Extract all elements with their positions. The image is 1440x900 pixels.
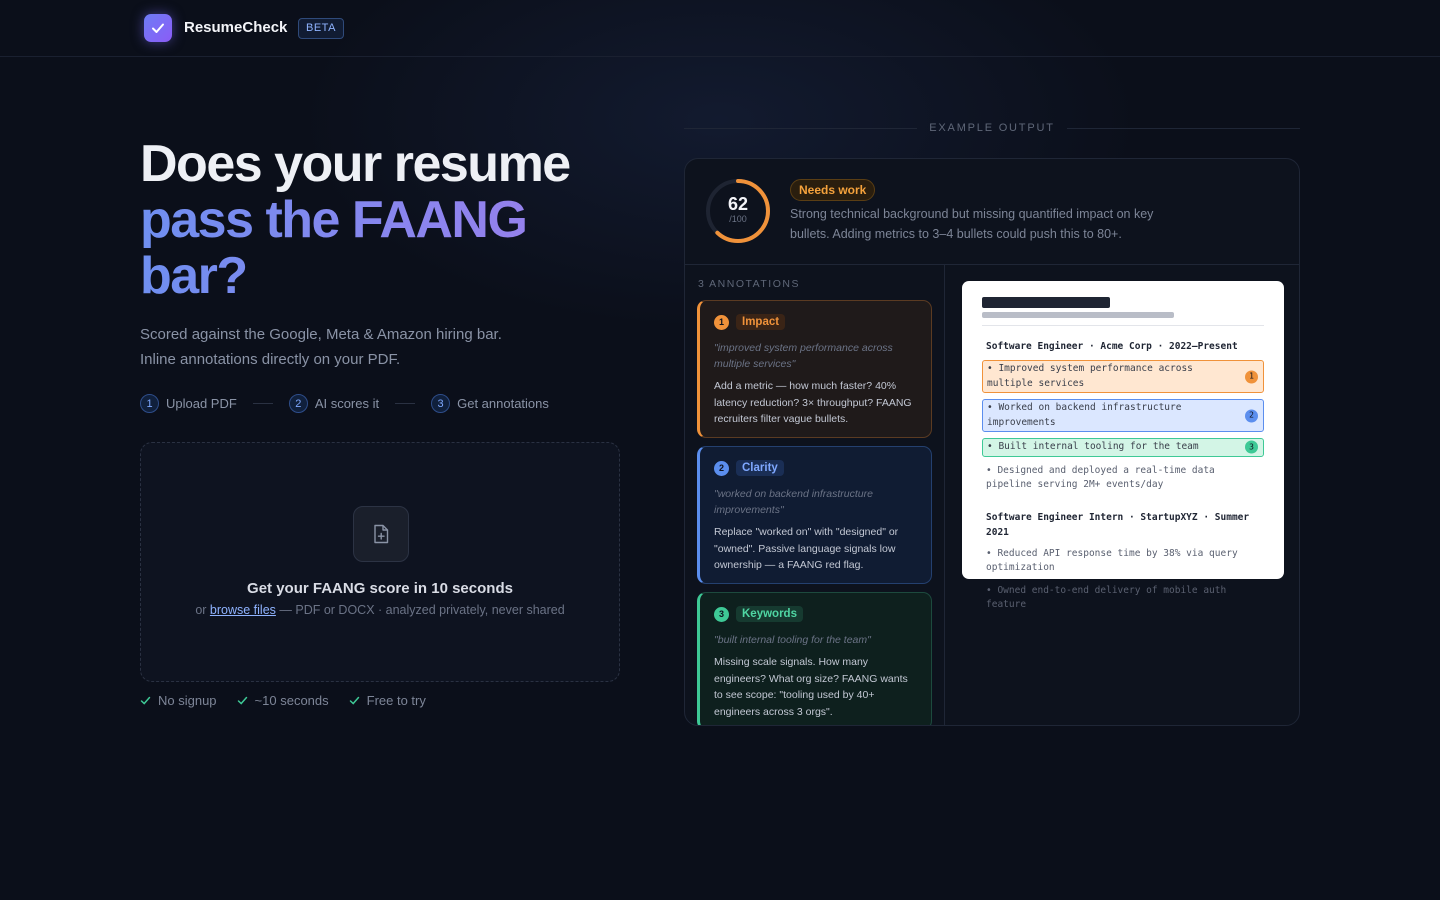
example-output-label: EXAMPLE OUTPUT <box>684 122 1301 134</box>
annotation-number: 2 <box>714 460 729 476</box>
hero-subtitle: Scored against the Google, Meta & Amazon… <box>140 322 502 372</box>
benefit-label: No signup <box>158 693 217 708</box>
annotation-header: 2 Clarity <box>714 460 919 476</box>
resume-job-heading: Software Engineer · Acme Corp · 2022–Pre… <box>986 341 1238 352</box>
annotation-body: Add a metric — how much faster? 40% late… <box>714 380 912 425</box>
resume-bullet-text: • Worked on backend infrastructure impro… <box>987 402 1182 428</box>
annotation-card-keywords[interactable]: 3 Keywords "built internal tooling for t… <box>697 592 932 725</box>
step-number: 1 <box>140 394 159 413</box>
step-score: 2 AI scores it <box>288 394 380 413</box>
annotation-card-clarity[interactable]: 2 Clarity "worked on backend infrastruct… <box>697 446 932 584</box>
check-icon <box>237 696 247 705</box>
annotation-body: Missing scale signals. How many engineer… <box>714 656 908 718</box>
benefits-list: No signup ~10 seconds Free to try <box>140 693 446 708</box>
step-divider <box>395 403 416 404</box>
benefit-item: Free to try <box>349 693 426 708</box>
check-icon <box>140 696 151 705</box>
divider-line <box>684 127 918 129</box>
hero-subtitle-line2: Inline annotations directly on your PDF. <box>140 351 401 368</box>
resume-bullet-text: • Built internal tooling for the team <box>987 441 1199 452</box>
step-label: AI scores it <box>314 396 380 411</box>
dropzone-title: Get your FAANG score in 10 seconds <box>247 580 513 597</box>
benefit-item: ~10 seconds <box>237 693 329 708</box>
annotation-quote: "worked on backend infrastructure improv… <box>714 488 873 516</box>
step-divider <box>252 403 273 404</box>
annotation-marker: 3 <box>1245 440 1258 454</box>
annotation-number: 1 <box>714 314 729 330</box>
step-number: 2 <box>288 394 308 413</box>
dropzone-subtitle: or browse files — PDF or DOCX · analyzed… <box>141 603 619 617</box>
step-annotations: 3 Get annotations <box>431 394 549 413</box>
annotations-count: 3 ANNOTATIONS <box>698 278 800 290</box>
step-label: Get annotations <box>457 396 549 411</box>
resume-bullet-highlighted[interactable]: • Worked on backend infrastructure impro… <box>982 399 1264 432</box>
divider-line <box>1066 127 1301 129</box>
resume-bullet: • Owned end-to-end delivery of mobile au… <box>986 584 1227 611</box>
annotation-tag: Clarity <box>736 460 784 476</box>
check-icon <box>349 696 359 705</box>
step-number: 3 <box>431 394 451 413</box>
resume-bullet: • Reduced API response time by 38% via q… <box>986 547 1238 574</box>
status-badge: Needs work <box>790 179 876 201</box>
dropzone-suffix: — PDF or DOCX · analyzed privately, neve… <box>275 603 565 617</box>
resume-bullet-highlighted[interactable]: • Improved system performance across mul… <box>982 360 1264 393</box>
score-value: 62 <box>727 194 749 214</box>
example-output-text: EXAMPLE OUTPUT <box>929 122 1055 134</box>
hero-title-line3: bar? <box>140 248 640 304</box>
annotation-body: Replace "worked on" with "designed" or "… <box>714 526 899 571</box>
annotation-quote: "improved system performance across mult… <box>714 342 893 370</box>
annotation-header: 3 Keywords <box>714 606 919 622</box>
annotation-marker: 2 <box>1245 409 1258 422</box>
brand-name[interactable]: ResumeCheck <box>184 19 287 36</box>
hero-title: Does your resume pass the FAANG bar? <box>140 136 640 304</box>
annotation-card-impact[interactable]: 1 Impact "improved system performance ac… <box>697 300 932 438</box>
annotation-tag: Impact <box>736 314 786 330</box>
step-upload: 1 Upload PDF <box>140 394 237 413</box>
resume-contact-redacted <box>982 312 1174 318</box>
annotation-marker: 1 <box>1245 370 1258 383</box>
benefit-label: Free to try <box>366 693 426 708</box>
hero-title-line1: Does your resume <box>140 135 571 193</box>
top-bar: ResumeCheck BETA <box>0 0 1440 57</box>
benefit-item: No signup <box>140 693 217 708</box>
score-max: /100 <box>729 214 747 224</box>
hero-title-line2: pass the FAANG <box>140 192 640 248</box>
resume-bullet-highlighted[interactable]: • Built internal tooling for the team 3 <box>982 438 1264 457</box>
dropzone-prefix: or <box>195 603 210 617</box>
checkmark-icon <box>152 23 164 33</box>
score-header: 62 /100 Needs work Strong technical back… <box>685 159 1299 265</box>
annotation-number: 3 <box>714 606 729 622</box>
example-card: 62 /100 Needs work Strong technical back… <box>684 158 1300 726</box>
logo[interactable] <box>144 14 172 42</box>
benefit-label: ~10 seconds <box>254 693 329 708</box>
steps: 1 Upload PDF 2 AI scores it 3 Get annota… <box>140 394 549 413</box>
step-label: Upload PDF <box>166 396 237 411</box>
hero-subtitle-line1: Scored against the Google, Meta & Amazon… <box>140 326 502 343</box>
resume-divider <box>982 325 1264 326</box>
annotations-panel: 3 ANNOTATIONS 1 Impact "improved system … <box>685 265 945 725</box>
beta-badge: BETA <box>298 18 344 39</box>
resume-bullet: • Designed and deployed a real-time data… <box>986 464 1215 491</box>
resume-name-redacted <box>982 297 1110 308</box>
upload-dropzone[interactable]: Get your FAANG score in 10 seconds or br… <box>140 442 620 682</box>
resume-job-heading: Software Engineer Intern · StartupXYZ · … <box>986 511 1250 538</box>
file-add-icon <box>353 506 409 562</box>
browse-files-link[interactable]: browse files <box>210 603 276 617</box>
resume-bullet-text: • Improved system performance across mul… <box>987 363 1193 389</box>
annotation-header: 1 Impact <box>714 314 919 330</box>
annotation-tag: Keywords <box>736 606 803 622</box>
resume-preview: Software Engineer · Acme Corp · 2022–Pre… <box>962 281 1284 610</box>
annotation-quote: "built internal tooling for the team" <box>714 634 871 646</box>
score-summary: Strong technical background but missing … <box>790 207 1154 241</box>
